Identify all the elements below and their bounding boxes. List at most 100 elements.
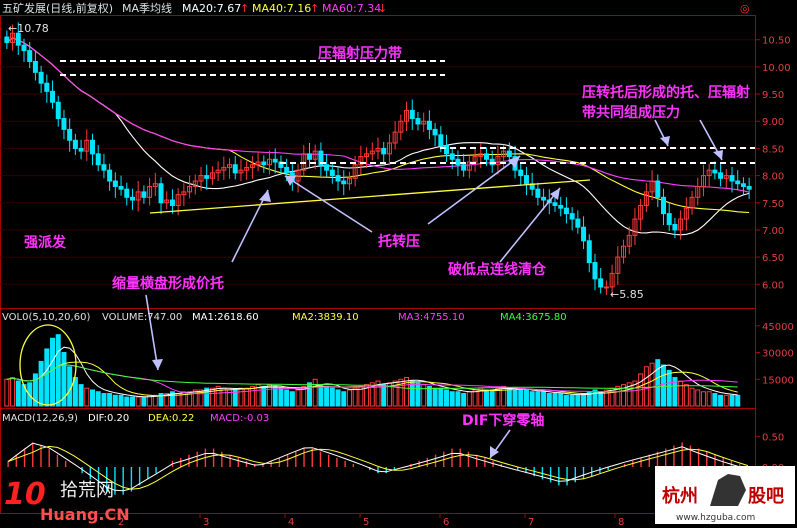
candle-body	[32, 60, 38, 73]
vol-tick-label: 15000	[762, 375, 794, 386]
settings-icon[interactable]: ◎	[740, 2, 750, 15]
dif-cross-annotation: DIF下穿零轴	[462, 412, 544, 429]
volume-bar	[352, 387, 358, 407]
arrow-pressure-right	[427, 155, 521, 225]
vol-ma2: MA2:3839.10	[292, 312, 359, 323]
volume-bar	[569, 394, 575, 407]
candle-body	[232, 164, 238, 174]
candle-body	[603, 286, 609, 289]
volume-bar	[735, 394, 741, 407]
candle-body	[118, 185, 124, 190]
volume-bar	[381, 384, 387, 407]
candle-body	[55, 101, 61, 120]
volume-bar	[44, 348, 50, 407]
price-tick-label: 7.00	[762, 226, 784, 237]
volume-bar	[78, 384, 84, 407]
volume-bar	[552, 393, 558, 407]
volume-bar	[10, 376, 16, 407]
candle-body	[381, 147, 387, 155]
candle-body	[158, 183, 164, 204]
price-tick-label: 10.50	[762, 36, 791, 47]
candle-body	[586, 240, 592, 264]
volume-bar	[455, 391, 461, 407]
candle-body	[15, 32, 21, 46]
candle-body	[563, 207, 569, 215]
break-low-annotation: 破低点连线清仓	[448, 261, 547, 278]
candle-body	[261, 161, 267, 166]
candle-body	[204, 175, 210, 179]
volume-bar	[129, 396, 135, 407]
volume-bar	[312, 378, 318, 407]
candle-body	[409, 109, 415, 120]
candle-body	[575, 218, 581, 228]
volume-bar	[518, 389, 524, 407]
candle-body	[552, 202, 558, 206]
macd-value: MACD:-0.03	[210, 413, 269, 424]
candle-body	[72, 139, 78, 149]
candle-body	[67, 128, 73, 141]
ma20-label: MA20:7.67	[182, 2, 241, 15]
x-tick-label: 4	[288, 517, 294, 528]
macd-dea: DEA:0.22	[148, 413, 194, 424]
candle-body	[729, 175, 735, 182]
volume-bar	[415, 382, 421, 407]
header: 五矿发展(日线,前复权) MA季均线 MA20:7.67 MA40:7.16 M…	[2, 1, 750, 15]
volume-bar	[101, 393, 107, 407]
candle-body	[124, 188, 130, 198]
x-tick-label: 7	[528, 517, 534, 528]
candle-body	[455, 158, 461, 166]
candle-body	[735, 180, 741, 185]
candle-body	[415, 118, 421, 125]
volume-bar	[723, 394, 729, 407]
volume-y-axis: 45000 30000 15000	[755, 322, 794, 386]
candle-body	[438, 134, 444, 147]
candle-body	[444, 145, 450, 155]
vol-ma3: MA3:4755.10	[398, 312, 465, 323]
arrow-up-icon[interactable]: ↑	[310, 2, 319, 15]
vol-ma4: MA4:3675.80	[500, 312, 567, 323]
candle-body	[432, 128, 438, 136]
volume-bar	[512, 389, 518, 407]
candle-body	[461, 164, 467, 171]
volume-bar	[529, 391, 535, 407]
arrow-break-low	[499, 187, 561, 263]
candle-body	[672, 223, 678, 231]
arrow-down-icon[interactable]: ↓	[378, 2, 387, 15]
vol-title: VOL0(5,10,20,60)	[2, 312, 90, 323]
candle-body	[169, 199, 175, 206]
strong-rise-annotation: 强派发	[24, 234, 67, 251]
candle-body	[449, 153, 455, 160]
volume-bar	[449, 391, 455, 407]
candle-body	[95, 153, 101, 166]
candle-body	[341, 180, 347, 185]
candle-body	[50, 90, 56, 103]
stock-title: 五矿发展(日线,前复权)	[2, 1, 113, 15]
arrowhead-icon	[713, 150, 723, 160]
candle-body	[335, 175, 341, 182]
volume-bar	[689, 387, 695, 407]
volume-bar	[295, 389, 301, 407]
vol-volume: VOLUME:747.00	[102, 312, 182, 323]
candle-body	[655, 180, 661, 198]
volume-bar	[432, 387, 438, 407]
volume-bar	[118, 394, 124, 407]
volume-bar	[215, 385, 221, 407]
macd-title: MACD(12,26,9)	[2, 413, 78, 424]
candle-body	[569, 213, 575, 220]
volume-bar	[489, 389, 495, 407]
high-price-label: ←10.78	[8, 22, 49, 35]
candle-body	[598, 278, 604, 288]
arrow-up-icon[interactable]: ↑	[240, 2, 249, 15]
volume-bar	[95, 391, 101, 407]
price-tick-label: 9.00	[762, 117, 784, 128]
volume-bar	[472, 389, 478, 407]
watermark-left: 10 拾荒网 Huang.CN	[4, 477, 130, 524]
volume-bar	[289, 391, 295, 407]
volume-bar	[84, 387, 90, 407]
candle-body	[27, 50, 33, 62]
volume-bar	[284, 389, 290, 407]
volume-bar	[575, 394, 581, 407]
pressure-band-annotation: 压辐射压力带	[318, 45, 402, 62]
volume-bar	[135, 396, 141, 407]
candle-body	[329, 169, 335, 177]
